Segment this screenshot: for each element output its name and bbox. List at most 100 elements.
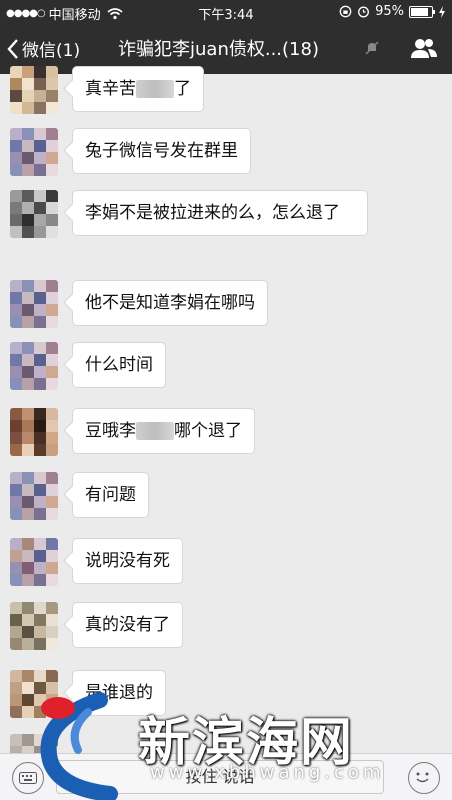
message-bubble[interactable]: 有问题 [72,472,149,518]
avatar-pixel [22,354,34,366]
message-bubble[interactable]: 李娟不是被拉进来的么，怎么退了 [72,190,368,236]
avatar-pixel [34,432,46,444]
avatar-pixel [34,378,46,390]
avatar-pixel [10,214,22,226]
avatar-pixel [22,626,34,638]
battery-percent: 95% [375,4,404,19]
avatar-pixel [46,602,58,614]
avatar-pixel [22,574,34,586]
avatar-pixel [34,90,46,102]
alarm-icon [358,6,370,18]
avatar-pixel [46,90,58,102]
input-bar: 按住 说话 [0,753,452,800]
avatar[interactable] [10,408,58,456]
avatar-pixel [22,538,34,550]
avatar-pixel [34,694,46,706]
avatar-pixel [22,202,34,214]
avatar-pixel [46,316,58,328]
avatar-pixel [22,420,34,432]
avatar[interactable] [10,342,58,390]
message-bubble[interactable]: 是谁退的 [72,670,166,716]
avatar-pixel [34,538,46,550]
avatar-pixel [34,304,46,316]
message-list[interactable]: 真辛苦 了 兔子微信号发在群里 李娟不是被拉进来的么，怎么退了 他不是知道李娟在哪… [0,66,452,782]
avatar-pixel [34,614,46,626]
avatar-pixel [46,496,58,508]
hold-to-talk-button[interactable]: 按住 说话 [56,760,384,794]
avatar-pixel [34,164,46,176]
avatar-pixel [34,316,46,328]
avatar-pixel [34,226,46,238]
avatar-pixel [10,734,22,746]
message-item: 是谁退的 [10,670,166,718]
avatar-pixel [46,706,58,718]
avatar-pixel [22,562,34,574]
avatar[interactable] [10,280,58,328]
avatar-pixel [22,226,34,238]
message-text: 豆哦李 [85,421,136,441]
avatar-pixel [46,366,58,378]
avatar-pixel [10,472,22,484]
avatar-pixel [10,444,22,456]
message-bubble[interactable]: 真的没有了 [72,602,183,648]
avatar-pixel [46,292,58,304]
avatar-pixel [46,734,58,746]
message-item: 李娟不是被拉进来的么，怎么退了 [10,190,368,238]
avatar-pixel [10,342,22,354]
message-text: 兔子微信号发在群里 [85,141,238,161]
avatar[interactable] [10,66,58,114]
battery-icon [409,5,435,18]
avatar-pixel [22,164,34,176]
avatar-pixel [10,574,22,586]
avatar-pixel [34,550,46,562]
message-text: 有问题 [85,485,136,505]
avatar-pixel [34,626,46,638]
battery-level-fill [411,7,428,16]
avatar-pixel [34,508,46,520]
avatar-pixel [10,354,22,366]
avatar-pixel [22,66,34,78]
avatar-pixel [34,670,46,682]
avatar[interactable] [10,538,58,586]
message-bubble[interactable]: 真辛苦 了 [72,66,204,112]
avatar-pixel [10,550,22,562]
avatar-pixel [10,128,22,140]
avatar[interactable] [10,602,58,650]
avatar-pixel [34,152,46,164]
avatar-pixel [10,292,22,304]
avatar[interactable] [10,472,58,520]
message-bubble[interactable]: 说明没有死 [72,538,183,584]
avatar-pixel [34,420,46,432]
avatar-pixel [34,484,46,496]
avatar-pixel [10,614,22,626]
group-info-icon[interactable] [410,37,438,61]
avatar-pixel [34,66,46,78]
emoji-button[interactable] [408,762,440,794]
charging-icon [439,5,445,18]
message-bubble[interactable]: 兔子微信号发在群里 [72,128,251,174]
avatar-pixel [46,538,58,550]
avatar-pixel [10,508,22,520]
back-button[interactable]: 微信(1) [6,36,80,61]
message-bubble[interactable]: 什么时间 [72,342,166,388]
avatar-pixel [34,638,46,650]
avatar[interactable] [10,128,58,176]
avatar-pixel [22,694,34,706]
avatar[interactable] [10,190,58,238]
back-label: 微信(1) [22,41,81,61]
avatar-pixel [22,484,34,496]
avatar-pixel [10,670,22,682]
avatar[interactable] [10,670,58,718]
avatar-pixel [34,706,46,718]
message-item: 真辛苦 了 [10,66,204,114]
chevron-left-icon [7,38,18,59]
message-item: 说明没有死 [10,538,183,586]
lock-rotation-icon [339,5,352,18]
message-text: 了 [174,79,191,99]
avatar-pixel [34,472,46,484]
message-bubble[interactable]: 豆哦李 哪个退了 [72,408,255,454]
keyboard-toggle-button[interactable] [12,762,44,794]
message-bubble[interactable]: 他不是知道李娟在哪吗 [72,280,268,326]
avatar-pixel [10,432,22,444]
avatar-pixel [10,78,22,90]
